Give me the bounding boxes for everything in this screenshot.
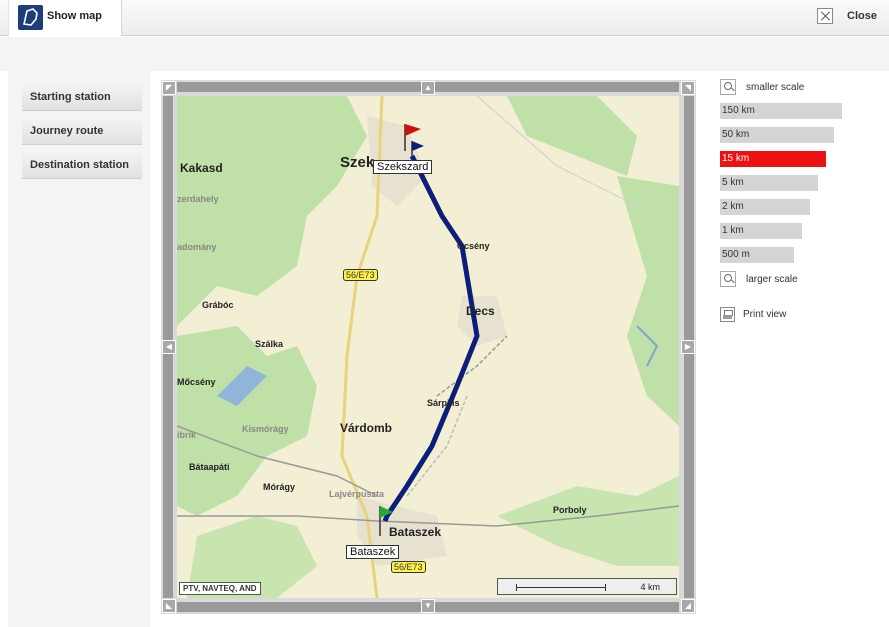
map-canvas[interactable]: Kakasd Szek zerdahely adomány Ocsény Dec… [177, 96, 679, 598]
pan-northwest-button[interactable]: ◤ [162, 81, 176, 95]
left-panel: Starting station Journey route Destinati… [8, 71, 150, 627]
pan-northeast-button[interactable]: ◥ [681, 81, 695, 95]
town-adomany: adomány [177, 242, 217, 252]
road-label: 56/E73 [343, 269, 378, 281]
scale-label: 4 km [640, 582, 660, 592]
scale-level-150km[interactable]: 150 km [720, 103, 842, 119]
scale-level-500m[interactable]: 500 m [720, 247, 794, 263]
scale-level-50km[interactable]: 50 km [720, 127, 834, 143]
printer-icon [720, 307, 735, 322]
town-zerdahely: zerdahely [177, 194, 219, 204]
pan-west-button[interactable]: ◀ [162, 340, 176, 354]
sub-bar [0, 37, 889, 71]
town-bataszek: Bataszek [389, 525, 442, 539]
road-label: 56/E73 [391, 561, 426, 573]
larger-scale-label: larger scale [746, 273, 798, 285]
town-kakasd: Kakasd [180, 161, 223, 175]
nav-starting-station[interactable]: Starting station [22, 81, 142, 111]
scale-level-1km[interactable]: 1 km [720, 223, 802, 239]
nav-destination-station[interactable]: Destination station [22, 149, 142, 179]
town-porboly: Porboly [553, 505, 587, 515]
smaller-scale-label: smaller scale [746, 81, 805, 93]
town-sarpilis: Sárpilis [427, 398, 460, 408]
top-bar: Show map Close [0, 0, 889, 36]
town-decs: Decs [466, 304, 495, 318]
start-place-label[interactable]: Szekszard [373, 160, 433, 174]
scale-level-15km[interactable]: 15 km [720, 151, 826, 167]
town-ibrik: ibrik [177, 430, 197, 440]
town-ocseny: Ocsény [457, 241, 490, 251]
map-copyright: PTV, NAVTEQ, AND [179, 582, 261, 595]
end-place-label[interactable]: Bataszek [346, 545, 400, 559]
close-label: Close [847, 10, 877, 22]
town-mocseny: Mőcsény [177, 377, 216, 387]
nav-journey-route[interactable]: Journey route [22, 115, 142, 145]
zoom-in-button[interactable]: larger scale [720, 271, 798, 287]
pan-south-button[interactable]: ▼ [421, 599, 435, 613]
print-view-button[interactable]: Print view [720, 307, 786, 322]
pan-north-button[interactable]: ▲ [421, 81, 435, 95]
pan-southwest-button[interactable]: ◣ [162, 599, 176, 613]
close-button[interactable]: Close [817, 6, 877, 26]
print-view-label: Print view [743, 309, 787, 320]
close-icon [817, 8, 834, 24]
map-icon [18, 5, 43, 30]
town-szekszard: Szek [340, 154, 375, 171]
town-moragy: Mórágy [263, 482, 296, 492]
pan-east-button[interactable]: ▶ [681, 340, 695, 354]
magnifier-icon [720, 79, 736, 95]
town-grabóc: Grábóc [202, 300, 234, 310]
town-kismoragy: Kismórágy [242, 424, 289, 434]
scale-level-2km[interactable]: 2 km [720, 199, 810, 215]
tab-show-map[interactable]: Show map [8, 0, 122, 36]
magnifier-icon [720, 271, 736, 287]
town-bataapati: Bátaapáti [189, 462, 230, 472]
town-vardomb: Várdomb [340, 421, 393, 435]
pan-southeast-button[interactable]: ◢ [681, 599, 695, 613]
tab-title: Show map [47, 10, 103, 22]
town-lajverpuszta: Lajvérpuszta [329, 489, 385, 499]
map-scale-bar: 4 km [497, 578, 677, 595]
zoom-out-button[interactable]: smaller scale [720, 79, 804, 95]
town-szalka: Szálka [255, 339, 284, 349]
scale-level-5km[interactable]: 5 km [720, 175, 818, 191]
